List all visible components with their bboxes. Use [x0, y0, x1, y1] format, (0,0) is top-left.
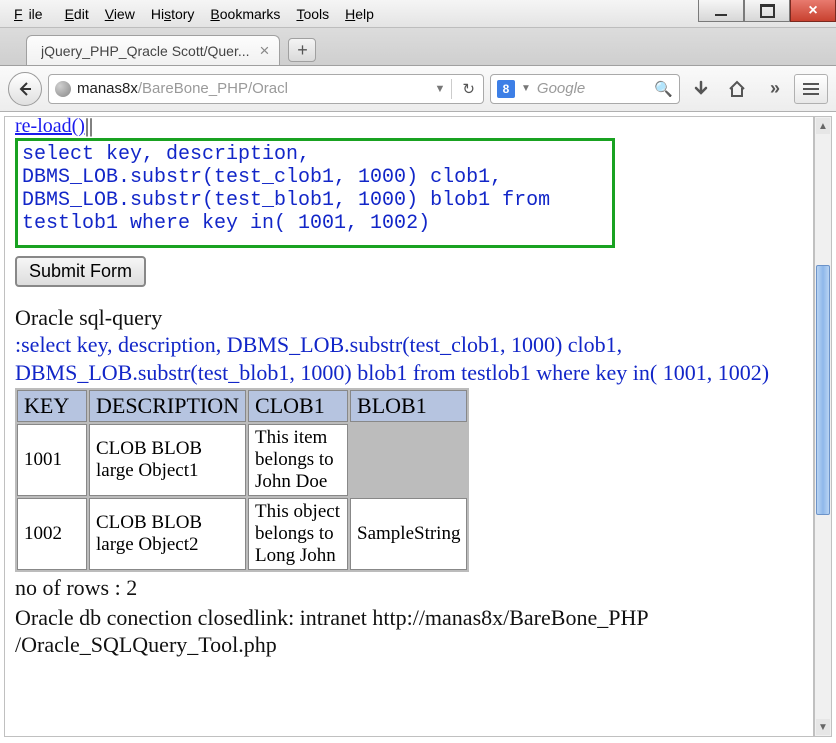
- tab-close-icon[interactable]: ×: [260, 41, 270, 61]
- scroll-up-icon[interactable]: ▲: [816, 118, 830, 134]
- window-minimize-button[interactable]: [698, 0, 744, 22]
- window-buttons: ×: [698, 0, 836, 27]
- cell-description: CLOB BLOB large Object1: [89, 424, 246, 496]
- window-maximize-button[interactable]: [744, 0, 790, 22]
- overflow-icon[interactable]: »: [758, 74, 788, 104]
- cell-key: 1002: [17, 498, 87, 570]
- new-tab-button[interactable]: +: [288, 38, 316, 62]
- divider: [451, 79, 452, 99]
- cell-blob1: SampleString: [350, 498, 467, 570]
- tab-title: jQuery_PHP_Qracle Scott/Quer...: [41, 43, 250, 59]
- menu-file[interactable]: File: [8, 4, 55, 24]
- menubar: File Edit View History Bookmarks Tools H…: [0, 0, 380, 27]
- footer-text: Oracle db conection closedlink: intranet…: [15, 604, 803, 659]
- vertical-scrollbar[interactable]: ▲ ▼: [814, 116, 832, 737]
- table-row: 1001CLOB BLOB large Object1This item bel…: [17, 424, 467, 496]
- menu-view[interactable]: View: [99, 4, 141, 24]
- submit-button[interactable]: Submit Form: [15, 256, 146, 287]
- window-close-button[interactable]: ×: [790, 0, 836, 22]
- result-table: KEY DESCRIPTION CLOB1 BLOB1 1001CLOB BLO…: [15, 388, 469, 572]
- arrow-left-icon: [17, 81, 33, 97]
- scroll-thumb[interactable]: [816, 265, 830, 515]
- echoed-query: :select key, description, DBMS_LOB.subst…: [15, 331, 803, 386]
- col-description: DESCRIPTION: [89, 390, 246, 422]
- browser-tab[interactable]: jQuery_PHP_Qracle Scott/Quer... ×: [26, 35, 280, 65]
- address-bar[interactable]: manas8x/BareBone_PHP/Oracl ▼ ↻: [48, 74, 484, 104]
- reload-link[interactable]: re-load(): [15, 116, 85, 137]
- back-button[interactable]: [8, 72, 42, 106]
- menu-icon[interactable]: [794, 74, 828, 104]
- scroll-down-icon[interactable]: ▼: [816, 719, 830, 735]
- search-icon[interactable]: 🔍: [654, 80, 673, 98]
- cell-clob1: This item belongs to John Doe: [248, 424, 348, 496]
- scroll-track[interactable]: [816, 135, 830, 718]
- col-key: KEY: [17, 390, 87, 422]
- home-icon[interactable]: [722, 74, 752, 104]
- row-count: no of rows : 2: [15, 574, 803, 602]
- url-text: manas8x/BareBone_PHP/Oracl: [77, 80, 429, 97]
- window-titlebar: File Edit View History Bookmarks Tools H…: [0, 0, 836, 28]
- section-title: Oracle sql-query: [15, 305, 803, 331]
- downloads-icon[interactable]: [686, 74, 716, 104]
- menu-edit[interactable]: Edit: [59, 4, 95, 24]
- url-history-dropdown-icon[interactable]: ▼: [435, 83, 446, 95]
- search-engine-icon[interactable]: 8: [497, 80, 515, 98]
- search-bar[interactable]: 8 ▼ Google 🔍: [490, 74, 680, 104]
- table-header-row: KEY DESCRIPTION CLOB1 BLOB1: [17, 390, 467, 422]
- cell-clob1: This object belongs to Long John: [248, 498, 348, 570]
- search-placeholder: Google: [537, 80, 648, 97]
- nav-toolbar: manas8x/BareBone_PHP/Oracl ▼ ↻ 8 ▼ Googl…: [0, 66, 836, 112]
- menu-history[interactable]: History: [145, 4, 201, 24]
- globe-icon: [55, 81, 71, 97]
- reload-sep: ||: [85, 116, 93, 137]
- sql-textarea[interactable]: [15, 138, 615, 248]
- search-engine-dropdown-icon[interactable]: ▼: [521, 83, 531, 94]
- col-clob1: CLOB1: [248, 390, 348, 422]
- menu-bookmarks[interactable]: Bookmarks: [204, 4, 286, 24]
- reload-icon[interactable]: ↻: [458, 80, 479, 98]
- table-row: 1002CLOB BLOB large Object2This object b…: [17, 498, 467, 570]
- page-viewport: re-load()|| Submit Form Oracle sql-query…: [4, 116, 814, 737]
- cell-key: 1001: [17, 424, 87, 496]
- col-blob1: BLOB1: [350, 390, 467, 422]
- menu-tools[interactable]: Tools: [290, 4, 335, 24]
- reload-link-row: re-load()||: [15, 116, 803, 138]
- cell-description: CLOB BLOB large Object2: [89, 498, 246, 570]
- menu-help[interactable]: Help: [339, 4, 380, 24]
- tabstrip: jQuery_PHP_Qracle Scott/Quer... × +: [0, 28, 836, 66]
